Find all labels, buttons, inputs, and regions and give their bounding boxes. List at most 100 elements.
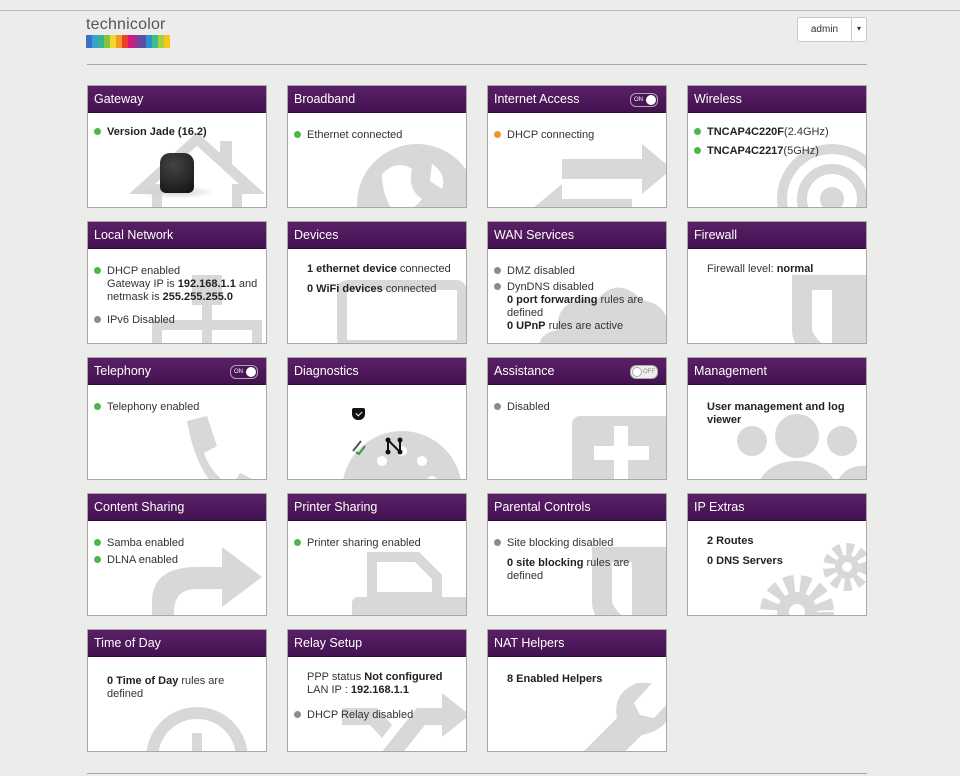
ssid-5g: TNCAP4C2217 [707, 145, 784, 157]
wifi-count: 0 WiFi devices [307, 283, 383, 295]
samba-status: Samba enabled [107, 537, 185, 549]
toggle-label: ON [634, 97, 643, 103]
status-dot [294, 711, 301, 718]
ipv6-status: IPv6 Disabled [107, 314, 175, 326]
status-dot [94, 267, 101, 274]
card-wireless[interactable]: Wireless TNCAP4C220F(2.4GHz) TNCAP4C2217… [687, 85, 867, 208]
dhcp-status: DHCP enabled [107, 265, 181, 277]
card-assistance[interactable]: Assistance OFF Disabled [487, 357, 667, 480]
card-title: IP Extras [688, 494, 866, 521]
status-dot [294, 131, 301, 138]
status-dot [494, 539, 501, 546]
top-border [0, 10, 960, 11]
lan-ip-label: LAN IP : [307, 684, 351, 696]
diagnostics-shield-mark [355, 409, 363, 417]
card-local-network[interactable]: Local Network DHCP enabled Gateway IP is… [87, 221, 267, 344]
card-title: Local Network [88, 222, 266, 249]
logo-color-bar [86, 35, 170, 48]
card-title: Broadband [288, 86, 466, 113]
band-2g: (2.4GHz) [784, 126, 829, 138]
chevron-down-icon[interactable]: ▾ [851, 18, 866, 41]
ppp-label: PPP status [307, 671, 365, 683]
time-of-day-count: 0 Time of Day [107, 675, 179, 687]
assistance-status: Disabled [507, 401, 550, 413]
upnp-suffix: rules are active [545, 320, 624, 332]
footer-divider [87, 773, 867, 774]
diagnostics-check-icon[interactable] [350, 437, 366, 456]
diagnostics-shield-icon[interactable] [352, 408, 365, 420]
technicolor-logo[interactable]: technicolor [86, 16, 170, 48]
status-dot [94, 316, 101, 323]
card-title: Wireless [688, 86, 866, 113]
telephony-toggle[interactable]: ON [230, 365, 258, 379]
card-internet-access[interactable]: Internet Access ON DHCP connecting [487, 85, 667, 208]
toggle-label: OFF [643, 369, 655, 375]
ppp-status: Not configured [364, 671, 443, 683]
card-gateway[interactable]: Gateway Version Jade (16.2) [87, 85, 267, 208]
dlna-status: DLNA enabled [107, 554, 178, 566]
status-dot [694, 128, 701, 135]
card-title: Devices [288, 222, 466, 249]
status-dot [94, 403, 101, 410]
card-diagnostics[interactable]: Diagnostics [287, 357, 467, 480]
card-management[interactable]: Management User management and log viewe… [687, 357, 867, 480]
card-broadband[interactable]: Broadband Ethernet connected [287, 85, 467, 208]
assistance-toggle[interactable]: OFF [630, 365, 658, 379]
printer-status: Printer sharing enabled [307, 537, 421, 549]
nat-helpers-count: 8 Enabled Helpers [507, 673, 603, 685]
card-nat-helpers[interactable]: NAT Helpers 8 Enabled Helpers [487, 629, 667, 752]
header-divider [87, 64, 867, 65]
ethernet-count: 1 ethernet device [307, 263, 397, 275]
status-dot [294, 539, 301, 546]
ssid-2g: TNCAP4C220F [707, 126, 785, 138]
card-title: NAT Helpers [488, 630, 666, 657]
card-title: Firewall [688, 222, 866, 249]
lan-ip: 192.168.1.1 [350, 684, 409, 696]
wifi-suffix: connected [382, 283, 437, 295]
status-dot [94, 539, 101, 546]
status-dot [494, 267, 501, 274]
card-title: Time of Day [88, 630, 266, 657]
management-text: User management and log viewer [707, 401, 845, 426]
internet-status: DHCP connecting [507, 129, 595, 141]
toggle-knob [632, 367, 642, 377]
logo-color-swatch [164, 35, 170, 48]
telephony-status: Telephony enabled [107, 401, 200, 413]
toggle-label: ON [234, 369, 243, 375]
card-telephony[interactable]: Telephony ON Telephony enabled [87, 357, 267, 480]
internet-toggle[interactable]: ON [630, 93, 658, 107]
broadband-status: Ethernet connected [307, 129, 403, 141]
dhcp-relay-status: DHCP Relay disabled [307, 709, 414, 721]
card-firewall[interactable]: Firewall Firewall level: normal [687, 221, 867, 344]
status-dot [694, 147, 701, 154]
card-time-of-day[interactable]: Time of Day 0 Time of Day rules are defi… [87, 629, 267, 752]
card-title: Relay Setup [288, 630, 466, 657]
diagnostics-network-icon[interactable] [384, 436, 404, 456]
card-devices[interactable]: Devices 1 ethernet device connected 0 Wi… [287, 221, 467, 344]
status-dot [94, 556, 101, 563]
toggle-knob [646, 95, 656, 105]
upnp-count: 0 UPnP [507, 320, 546, 332]
card-wan-services[interactable]: WAN Services DMZ disabled DynDNS disable… [487, 221, 667, 344]
site-blocking-status: Site blocking disabled [507, 537, 614, 549]
card-content-sharing[interactable]: Content Sharing Samba enabled DLNA enabl… [87, 493, 267, 616]
card-ip-extras[interactable]: IP Extras 2 Routes 0 DNS Servers [687, 493, 867, 616]
card-title: Printer Sharing [288, 494, 466, 521]
gateway-device-image [160, 153, 194, 193]
card-relay-setup[interactable]: Relay Setup PPP status Not configured LA… [287, 629, 467, 752]
firewall-label: Firewall level: [707, 263, 777, 275]
dyndns-status: DynDNS disabled [507, 281, 594, 293]
card-title: Parental Controls [488, 494, 666, 521]
user-menu-button[interactable]: admin ▾ [797, 17, 867, 42]
site-blocking-count: 0 site blocking [507, 557, 584, 569]
gateway-version: Version Jade (16.2) [107, 126, 207, 138]
band-5g: (5GHz) [783, 145, 819, 157]
routes-count: 2 Routes [707, 535, 754, 547]
card-title: Gateway [88, 86, 266, 113]
card-parental-controls[interactable]: Parental Controls Site blocking disabled… [487, 493, 667, 616]
toggle-knob [246, 367, 256, 377]
card-printer-sharing[interactable]: Printer Sharing Printer sharing enabled [287, 493, 467, 616]
card-title: Content Sharing [88, 494, 266, 521]
netmask: 255.255.255.0 [162, 291, 233, 303]
status-dot [94, 128, 101, 135]
